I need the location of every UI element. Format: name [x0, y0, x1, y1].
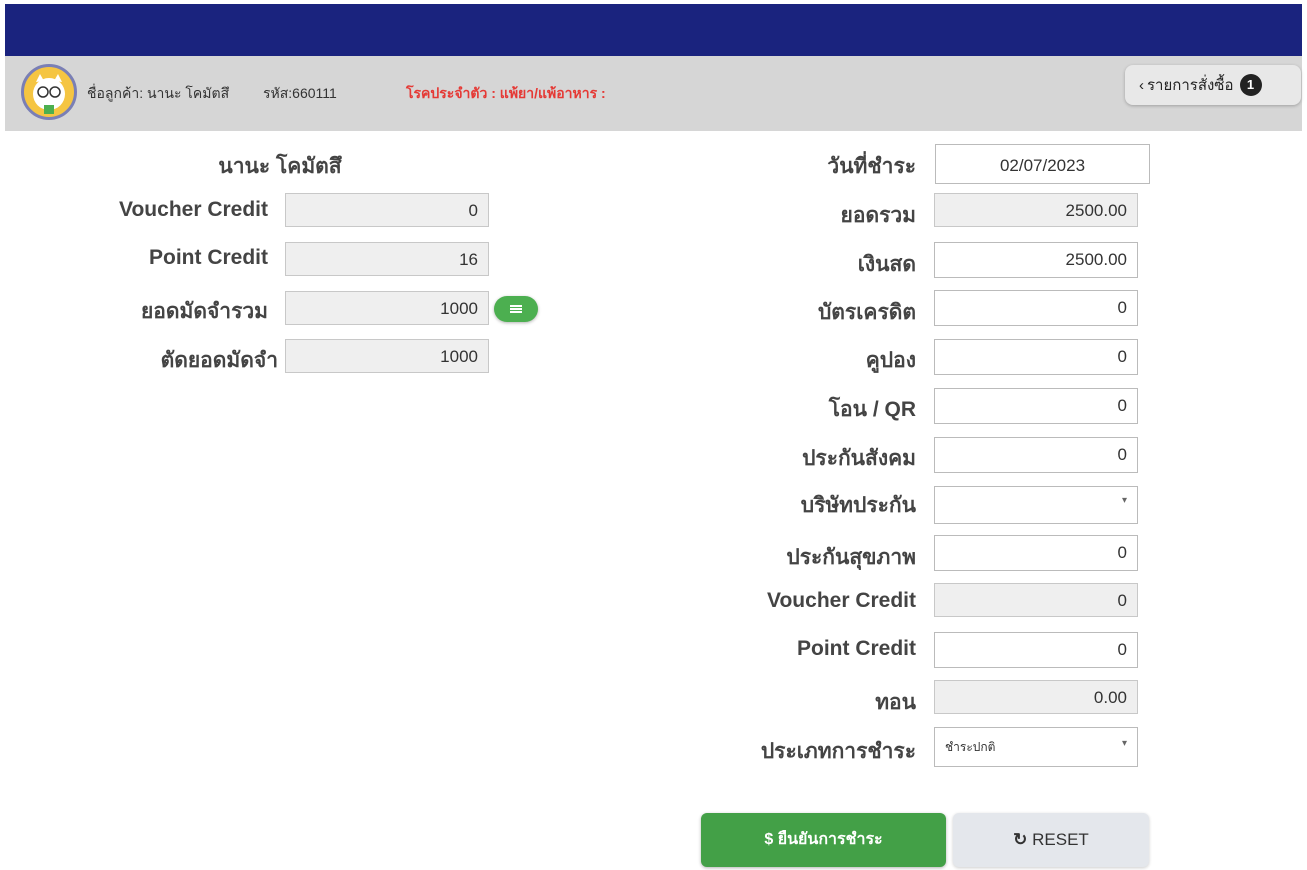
customer-name-label: ชื่อลูกค้า: นานะ โคมัตสึ	[87, 85, 230, 101]
voucher-credit-field: 0	[285, 193, 489, 227]
reset-label: RESET	[1032, 830, 1089, 849]
cat-avatar-icon	[33, 74, 65, 114]
customer-code-label: รหัส:660111	[263, 85, 337, 101]
insurance-company-label: บริษัทประกัน	[800, 494, 916, 517]
change-field: 0.00	[934, 680, 1138, 714]
change-label: ทอน	[875, 691, 916, 714]
credit-card-label: บัตรเครดิต	[817, 301, 916, 324]
customer-info-bar: ชื่อลูกค้า: นานะ โคมัตสึ รหัส:660111 โรค…	[5, 56, 1302, 131]
order-count-badge: 1	[1239, 74, 1262, 96]
refresh-icon: ↻	[1013, 830, 1028, 849]
social-security-label: ประกันสังคม	[802, 447, 916, 470]
payment-date-label: วันที่ชำระ	[827, 155, 916, 178]
health-insurance-input[interactable]: 0	[934, 535, 1138, 571]
voucher-credit-pay-label: Voucher Credit	[767, 589, 916, 612]
caret-down-icon: ▾	[1121, 738, 1127, 749]
transfer-qr-label: โอน / QR	[828, 398, 916, 421]
cash-label: เงินสด	[857, 253, 916, 276]
cash-input[interactable]: 2500.00	[934, 242, 1138, 278]
social-security-input[interactable]: 0	[934, 437, 1138, 473]
deposit-total-label: ยอดมัดจำรวม	[140, 300, 268, 323]
chevron-left-icon: ‹	[1139, 76, 1144, 94]
point-credit-pay-input[interactable]: 0	[934, 632, 1138, 668]
coupon-input[interactable]: 0	[934, 339, 1138, 375]
order-list-label: รายการสั่งซื้อ	[1147, 77, 1234, 94]
health-insurance-label: ประกันสุขภาพ	[786, 546, 916, 569]
confirm-payment-button[interactable]: $ ยืนยันการชำระ	[701, 813, 946, 867]
payment-type-value: ชำระปกติ	[945, 740, 996, 754]
point-credit-field: 16	[285, 242, 489, 276]
customer-name-heading: นานะ โคมัตสึ	[218, 155, 342, 178]
payment-date-field[interactable]: 02/07/2023	[935, 144, 1150, 184]
credit-card-input[interactable]: 0	[934, 290, 1138, 326]
voucher-credit-label: Voucher Credit	[119, 198, 268, 221]
coupon-label: คูปอง	[865, 349, 916, 372]
disease-allergy-label: โรคประจำตัว : แพ้ยา/แพ้อาหาร :	[406, 85, 606, 101]
top-navbar	[5, 4, 1302, 56]
payment-type-select[interactable]: ชำระปกติ ▾	[934, 727, 1138, 767]
list-icon	[510, 305, 522, 307]
reset-button[interactable]: ↻ RESET	[953, 813, 1149, 867]
point-credit-label: Point Credit	[149, 246, 268, 269]
caret-down-icon: ▾	[1121, 495, 1127, 506]
deposit-list-button[interactable]	[494, 296, 538, 322]
voucher-credit-pay-field: 0	[934, 583, 1138, 617]
insurance-company-select[interactable]: ▾	[934, 486, 1138, 524]
total-field: 2500.00	[934, 193, 1138, 227]
deposit-cut-field: 1000	[285, 339, 489, 373]
deposit-cut-label: ตัดยอดมัดจำ	[160, 349, 278, 372]
customer-avatar	[21, 64, 77, 120]
transfer-qr-input[interactable]: 0	[934, 388, 1138, 424]
payment-type-label: ประเภทการชำระ	[760, 740, 916, 763]
deposit-total-field: 1000	[285, 291, 489, 325]
point-credit-pay-label: Point Credit	[797, 637, 916, 660]
order-list-button[interactable]: ‹ รายการสั่งซื้อ 1	[1125, 65, 1301, 105]
total-label: ยอดรวม	[840, 204, 916, 227]
